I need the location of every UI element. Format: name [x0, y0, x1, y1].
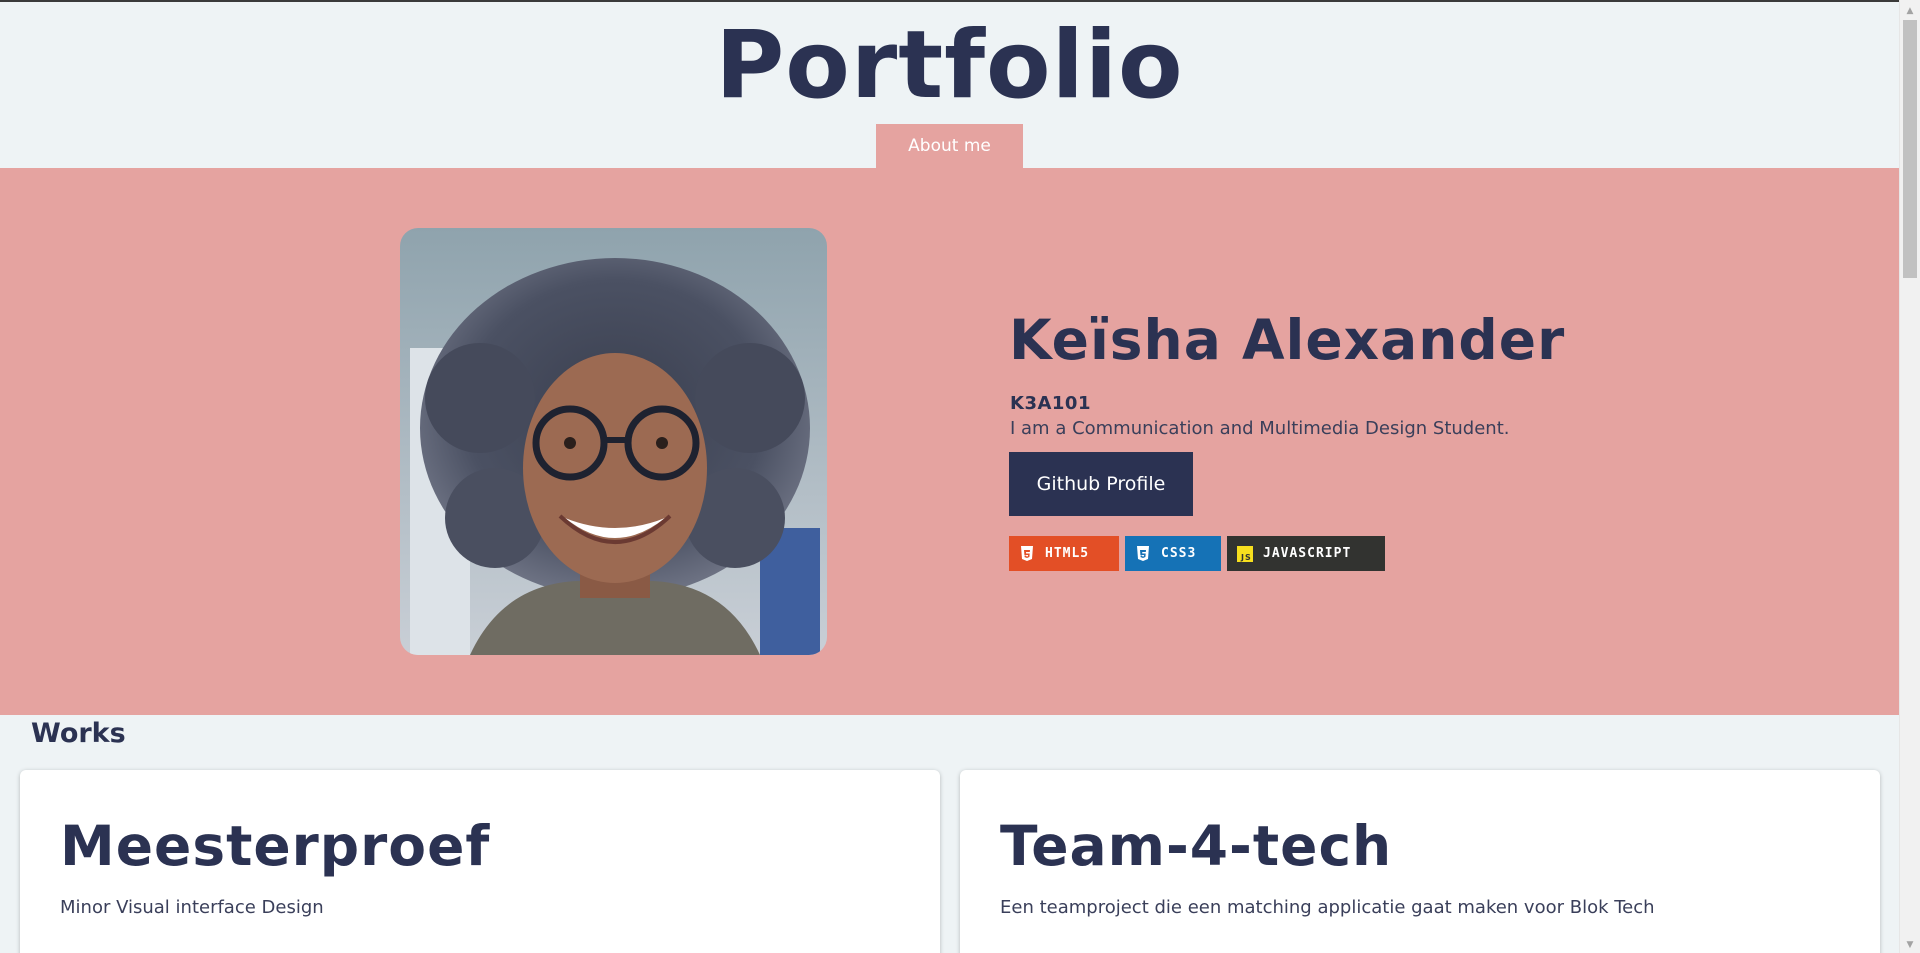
work-card-title: Meesterproef	[60, 814, 491, 878]
skill-badges: HTML5 CSS3 JS JAVASCRIPT	[1009, 536, 1385, 571]
scroll-down-arrow-icon[interactable]: ▼	[1900, 936, 1920, 953]
page-viewport: Portfolio About me Keïsha Alexander K3A1…	[0, 0, 1899, 953]
nav-tab-about-me[interactable]: About me	[876, 124, 1023, 168]
about-section: Keïsha Alexander K3A101 I am a Communica…	[0, 168, 1899, 715]
css3-icon	[1135, 545, 1151, 562]
javascript-icon: JS	[1237, 545, 1253, 562]
work-card-team-4-tech[interactable]: Team-4-tech Een teamproject die een matc…	[960, 770, 1880, 953]
works-heading: Works	[31, 718, 126, 749]
javascript-badge: JS JAVASCRIPT	[1227, 536, 1385, 571]
scrollbar-thumb[interactable]	[1903, 20, 1917, 278]
profile-photo-illustration	[400, 228, 827, 655]
github-profile-button[interactable]: Github Profile	[1009, 452, 1193, 516]
scroll-up-arrow-icon[interactable]: ▲	[1900, 2, 1920, 19]
profile-photo	[400, 228, 827, 655]
work-card-description: Een teamproject die een matching applica…	[1000, 897, 1655, 918]
html5-badge: HTML5	[1009, 536, 1119, 571]
css3-badge-label: CSS3	[1161, 546, 1197, 561]
site-title: Portfolio	[715, 11, 1184, 120]
work-card-meesterproef[interactable]: Meesterproef Minor Visual interface Desi…	[20, 770, 940, 953]
css3-badge: CSS3	[1125, 536, 1221, 571]
vertical-scrollbar[interactable]: ▲ ▼	[1899, 0, 1920, 953]
javascript-badge-label: JAVASCRIPT	[1263, 546, 1352, 561]
profile-name: Keïsha Alexander	[1009, 308, 1566, 372]
svg-text:JS: JS	[1240, 553, 1252, 562]
profile-description: I am a Communication and Multimedia Desi…	[1010, 418, 1510, 439]
profile-code: K3A101	[1010, 393, 1091, 414]
work-card-description: Minor Visual interface Design	[60, 897, 324, 918]
work-card-title: Team-4-tech	[1000, 814, 1393, 878]
html5-icon	[1019, 545, 1035, 562]
html5-badge-label: HTML5	[1045, 546, 1090, 561]
